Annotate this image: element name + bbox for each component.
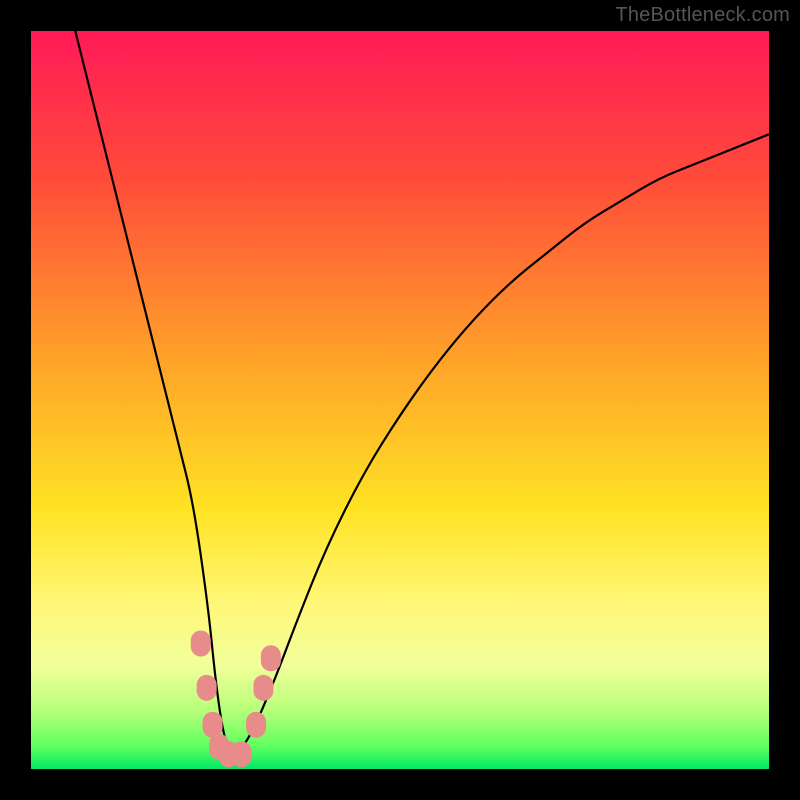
watermark-text: TheBottleneck.com (615, 4, 790, 27)
marker-dot (253, 675, 273, 701)
chart-frame: TheBottleneck.com (0, 0, 800, 800)
marker-dot (203, 712, 223, 738)
marker-dot (197, 675, 217, 701)
marker-dot (231, 741, 251, 767)
chart-background (31, 31, 769, 769)
marker-dot (191, 631, 211, 657)
marker-dot (246, 712, 266, 738)
marker-dot (261, 645, 281, 671)
bottleneck-chart (0, 0, 800, 800)
